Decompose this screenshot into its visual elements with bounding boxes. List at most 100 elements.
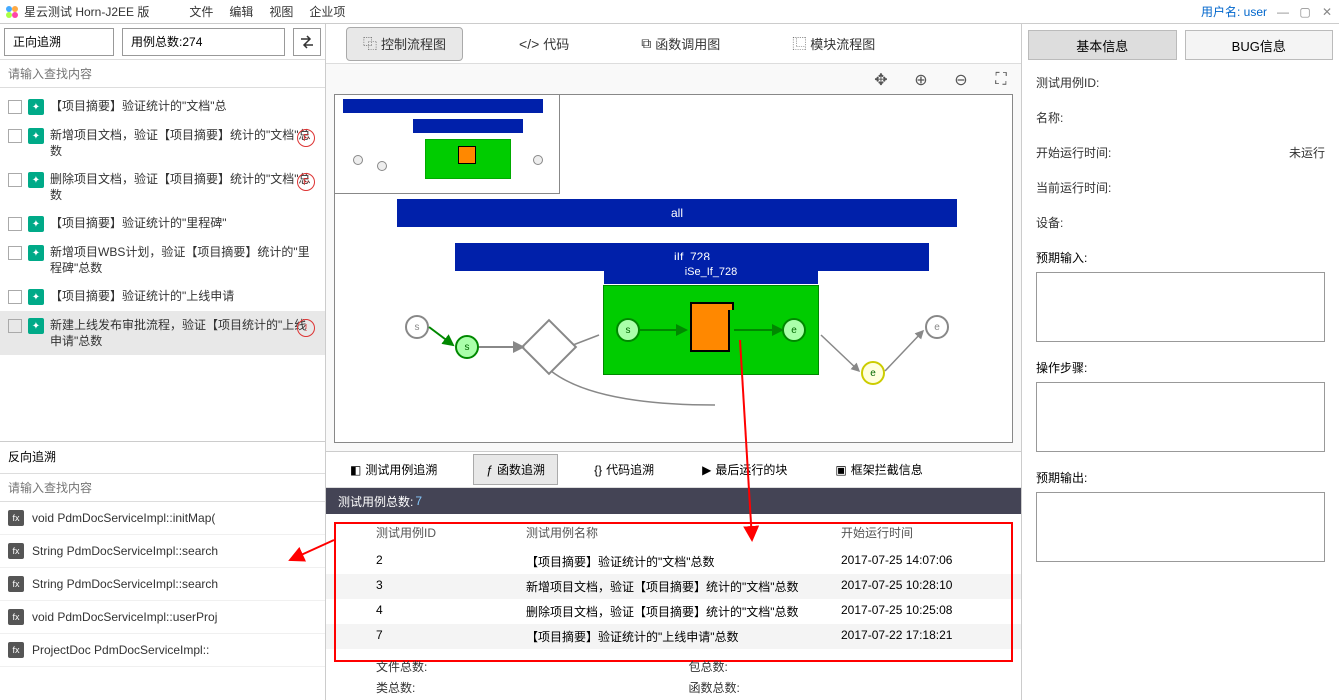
case-text: 【项目摘要】验证统计的"文档"总: [50, 98, 317, 114]
tab-call-graph[interactable]: ⧉函数调用图: [625, 28, 736, 59]
app-title: 星云测试 Horn-J2EE 版: [24, 3, 149, 20]
case-text: 【项目摘要】验证统计的"里程碑": [50, 215, 317, 231]
status-badge-icon: F: [297, 173, 315, 191]
node-outer-start-icon: s: [405, 315, 429, 339]
field-output-label: 预期输出:: [1036, 469, 1325, 486]
left-panel: 正向追溯 用例总数: 274 ✦ 【项目摘要】验证统计的"文档"总 ✦ 新增项目…: [0, 24, 326, 700]
steps-textarea[interactable]: [1036, 382, 1325, 452]
count-bar: 测试用例总数:7: [326, 488, 1021, 514]
test-case-item[interactable]: ✦ 【项目摘要】验证统计的"文档"总: [0, 92, 325, 121]
pan-icon[interactable]: ✥: [869, 68, 893, 92]
function-text: String PdmDocServiceImpl::search: [32, 577, 218, 591]
case-icon: ✦: [28, 318, 44, 334]
btab-last-block[interactable]: ▶最后运行的块: [690, 455, 799, 484]
minimize-icon[interactable]: —: [1275, 4, 1291, 20]
function-icon: fx: [8, 543, 24, 559]
reverse-trace-label: 反向追溯: [0, 442, 325, 474]
function-item[interactable]: fx void PdmDocServiceImpl::userProj: [0, 601, 325, 634]
case-icon: ✦: [28, 99, 44, 115]
function-icon: fx: [8, 576, 24, 592]
rtab-basic-info[interactable]: 基本信息: [1028, 30, 1177, 60]
menu-bar: 文件 编辑 视图 企业项: [189, 3, 345, 20]
case-text: 新增项目WBS计划，验证【项目摘要】统计的"里程碑"总数: [50, 244, 317, 276]
status-badge-icon: !: [297, 319, 315, 337]
node-e2-icon: e: [861, 361, 885, 385]
function-item[interactable]: fx String PdmDocServiceImpl::search: [0, 568, 325, 601]
field-current-label: 当前运行时间:: [1036, 179, 1325, 196]
user-label: 用户名: user: [1201, 3, 1267, 20]
test-case-item[interactable]: ✦ 【项目摘要】验证统计的"里程碑": [0, 209, 325, 238]
test-case-item[interactable]: ✦ 新建上线发布审批流程，验证【项目统计的"上线申请"总数 !: [0, 311, 325, 355]
checkbox-icon[interactable]: [8, 217, 22, 231]
checkbox-icon[interactable]: [8, 290, 22, 304]
function-item[interactable]: fxvoid PdmDocServiceImpl::initMap(: [0, 502, 325, 535]
checkbox-icon[interactable]: [8, 129, 22, 143]
checkbox-icon[interactable]: [8, 100, 22, 114]
btab-code-trace[interactable]: {}代码追溯: [582, 455, 666, 484]
case-icon: ✦: [28, 216, 44, 232]
function-item[interactable]: fxProjectDoc PdmDocServiceImpl::: [0, 634, 325, 667]
callgraph-icon: ⧉: [641, 35, 651, 52]
checkbox-icon[interactable]: [8, 246, 22, 260]
case-icon: ✦: [28, 128, 44, 144]
case-icon: ✦: [28, 289, 44, 305]
app-logo-icon: [4, 4, 20, 20]
menu-edit[interactable]: 编辑: [229, 3, 253, 20]
btab-function-trace[interactable]: ƒ函数追溯: [473, 454, 558, 485]
swap-icon[interactable]: [293, 28, 321, 56]
field-id-label: 测试用例ID:: [1036, 74, 1325, 91]
title-bar: 星云测试 Horn-J2EE 版 文件 编辑 视图 企业项 用户名: user …: [0, 0, 1339, 24]
function-text: void PdmDocServiceImpl::userProj: [32, 610, 217, 624]
forward-trace-label: 正向追溯: [4, 28, 114, 56]
center-tabs: ⿻控制流程图 </>代码 ⧉函数调用图 ⿺模块流程图: [326, 24, 1021, 64]
test-case-item[interactable]: ✦ 【项目摘要】验证统计的"上线申请: [0, 282, 325, 311]
minimap[interactable]: [334, 94, 560, 194]
case-text: 新建上线发布审批流程，验证【项目统计的"上线申请"总数: [50, 317, 317, 349]
tab-control-flow[interactable]: ⿻控制流程图: [346, 27, 463, 61]
flow-diagram-area: ✥ ⊕ ⊖ ⛶ all iIf_728 iSe_If_728 s e s s e: [326, 64, 1021, 452]
summary-row: 文件总数: 类总数: 包总数: 函数总数:: [376, 658, 1001, 696]
func-icon: ƒ: [486, 463, 493, 477]
tab-module-flow[interactable]: ⿺模块流程图: [776, 28, 891, 60]
field-start-value: 未运行: [1289, 144, 1325, 161]
zoom-in-icon[interactable]: ⊕: [909, 68, 933, 92]
btab-intercept[interactable]: ▣框架拦截信息: [823, 455, 934, 484]
test-case-item[interactable]: ✦ 删除项目文档，验证【项目摘要】统计的"文档"总数 F: [0, 165, 325, 209]
field-device-label: 设备:: [1036, 214, 1325, 231]
expected-output-textarea[interactable]: [1036, 492, 1325, 562]
menu-view[interactable]: 视图: [269, 3, 293, 20]
fullscreen-icon[interactable]: ⛶: [989, 68, 1013, 92]
test-case-item[interactable]: ✦ 新增项目文档，验证【项目摘要】统计的"文档"总数 F: [0, 121, 325, 165]
function-text: String PdmDocServiceImpl::search: [32, 544, 218, 558]
expected-input-textarea[interactable]: [1036, 272, 1325, 342]
maximize-icon[interactable]: ▢: [1297, 4, 1313, 20]
field-steps-label: 操作步骤:: [1036, 359, 1325, 376]
checkbox-icon[interactable]: [8, 173, 22, 187]
menu-file[interactable]: 文件: [189, 3, 213, 20]
intercept-icon: ▣: [835, 463, 846, 477]
function-icon: fx: [8, 609, 24, 625]
field-name-label: 名称:: [1036, 109, 1325, 126]
zoom-out-icon[interactable]: ⊖: [949, 68, 973, 92]
close-icon[interactable]: ✕: [1319, 4, 1335, 20]
search-input-reverse[interactable]: [0, 474, 325, 501]
annotation-redbox: [334, 522, 1013, 662]
case-text: 删除项目文档，验证【项目摘要】统计的"文档"总数: [50, 171, 317, 203]
function-item[interactable]: fx String PdmDocServiceImpl::search: [0, 535, 325, 568]
function-icon: fx: [8, 510, 24, 526]
case-icon: ✦: [28, 172, 44, 188]
test-case-item[interactable]: ✦ 新增项目WBS计划，验证【项目摘要】统计的"里程碑"总数: [0, 238, 325, 282]
rtab-bug-info[interactable]: BUG信息: [1185, 30, 1334, 60]
search-input-forward[interactable]: [0, 60, 325, 87]
test-case-list[interactable]: ✦ 【项目摘要】验证统计的"文档"总 ✦ 新增项目文档，验证【项目摘要】统计的"…: [0, 88, 325, 441]
code-icon: </>: [519, 36, 539, 52]
tab-code[interactable]: </>代码: [503, 28, 585, 59]
menu-enterprise[interactable]: 企业项: [309, 3, 345, 20]
field-input-label: 预期输入:: [1036, 249, 1325, 266]
case-text: 【项目摘要】验证统计的"上线申请: [50, 288, 317, 304]
flow-block-se-label: iSe_If_728: [604, 260, 818, 284]
btab-case-trace[interactable]: ◧测试用例追溯: [338, 455, 449, 484]
checkbox-icon[interactable]: [8, 319, 22, 333]
function-text: ProjectDoc PdmDocServiceImpl::: [32, 643, 209, 657]
function-list[interactable]: fxvoid PdmDocServiceImpl::initMap(fxStri…: [0, 502, 325, 700]
